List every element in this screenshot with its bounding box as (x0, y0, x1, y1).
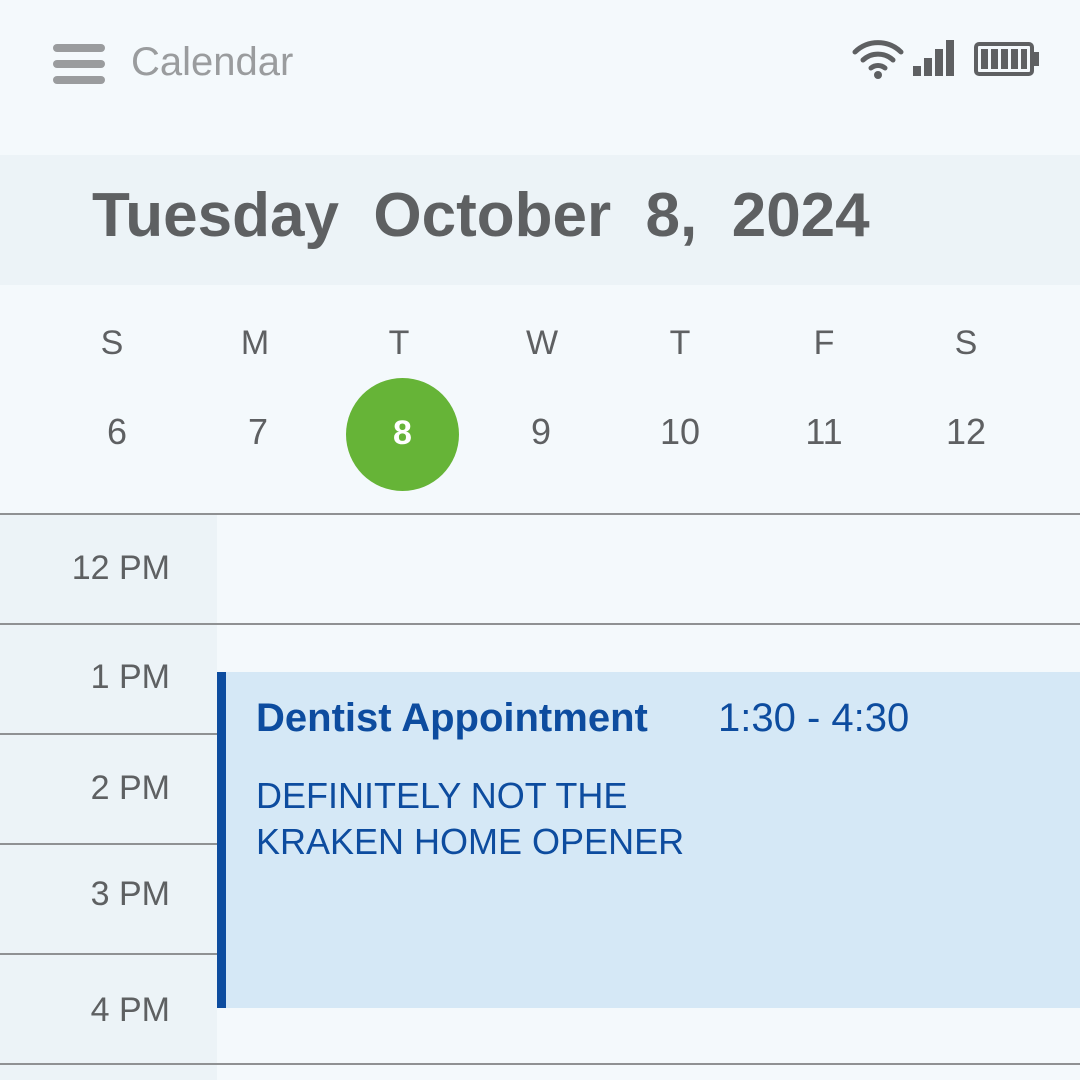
weekday-tuesday: T (388, 324, 410, 362)
hour-label-2pm: 2 PM (90, 769, 170, 807)
weekday-saturday: S (954, 324, 978, 362)
hour-label-1pm: 1 PM (90, 658, 170, 696)
hour-divider (0, 1063, 1080, 1065)
battery-full-icon (974, 42, 1039, 76)
cellular-signal-icon (913, 40, 954, 76)
day-8-selected[interactable]: 8 (346, 411, 459, 455)
top-bar: Calendar (0, 0, 1080, 155)
selected-date-title: Tuesday October 8, 2024 (92, 181, 870, 250)
day-11[interactable]: 11 (784, 410, 864, 454)
weekday-thursday: T (669, 324, 691, 362)
hamburger-menu-icon[interactable] (53, 44, 105, 84)
event-time-range: 1:30 - 4:30 (718, 696, 910, 740)
weekday-monday: M (240, 324, 270, 362)
weekday-wednesday: W (525, 324, 559, 362)
hour-label-4pm: 4 PM (90, 991, 170, 1029)
hour-divider (0, 623, 1080, 625)
wifi-icon (852, 40, 904, 79)
hour-label-12pm: 12 PM (71, 549, 170, 587)
day-9[interactable]: 9 (501, 410, 581, 454)
app-title: Calendar (131, 40, 294, 84)
day-12[interactable]: 12 (926, 410, 1006, 454)
event-title: Dentist Appointment (256, 696, 648, 740)
day-10[interactable]: 10 (640, 410, 720, 454)
event-description-line: KRAKEN HOME OPENER (256, 821, 685, 862)
weekday-sunday: S (100, 324, 124, 362)
day-7[interactable]: 7 (218, 410, 298, 454)
day-6[interactable]: 6 (77, 410, 157, 454)
hour-divider (0, 513, 1080, 515)
event-description-line: DEFINITELY NOT THE (256, 775, 628, 816)
weekday-friday: F (813, 324, 835, 362)
hour-label-3pm: 3 PM (90, 875, 170, 913)
